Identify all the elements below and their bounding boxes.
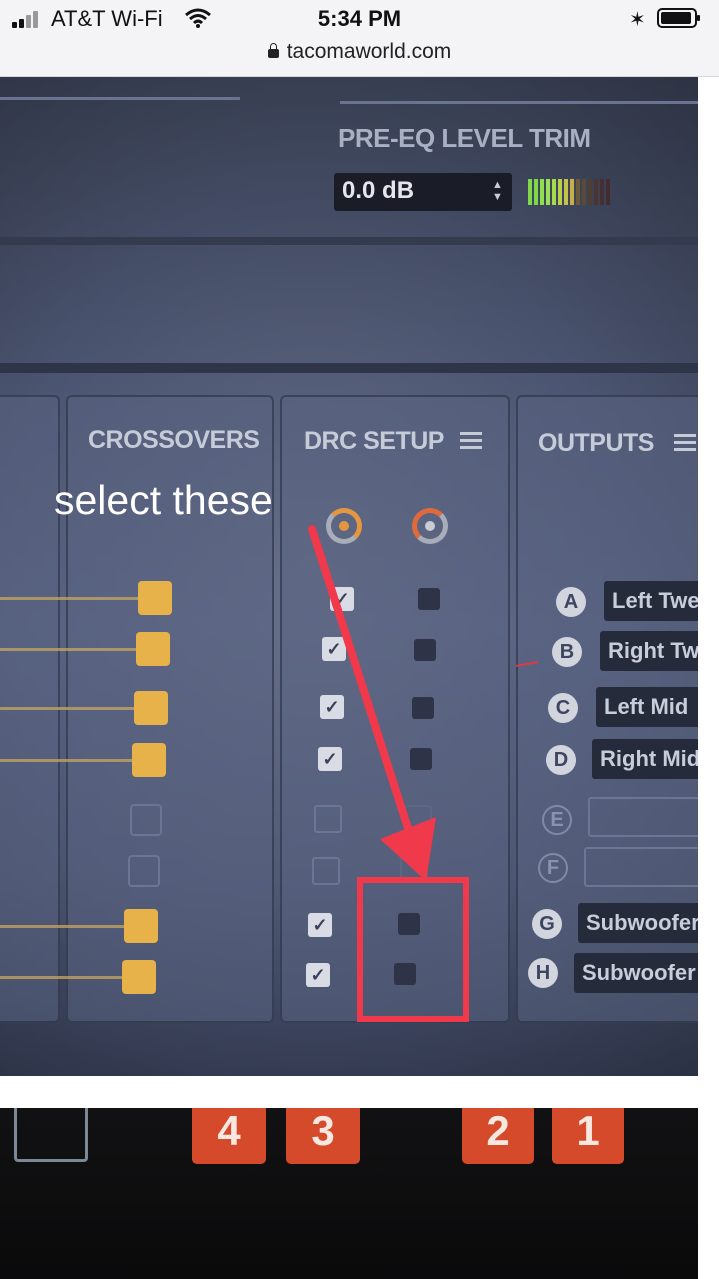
key-2: 2 xyxy=(462,1108,534,1164)
highlight-box xyxy=(357,877,469,1022)
key-4: 4 xyxy=(192,1108,266,1164)
battery-icon xyxy=(657,8,700,28)
page-edge xyxy=(698,77,719,1279)
lock-icon xyxy=(267,43,279,58)
address-bar[interactable]: tacomaworld.com xyxy=(0,40,719,64)
key-1: 1 xyxy=(552,1108,624,1164)
dsp-screen-photo[interactable]: PRE-EQ LEVEL TRIM 0.0 dB ▲ ▼ CROSSOVERS D… xyxy=(0,77,698,1076)
blank-key xyxy=(14,1108,88,1162)
bluetooth-icon: ✶ xyxy=(629,9,646,31)
clock: 5:34 PM xyxy=(317,6,402,31)
annotation-arrow-icon xyxy=(308,525,436,881)
key-3: 3 xyxy=(286,1108,360,1164)
status-bar: AT&T Wi-Fi 5:34 PM ✶ tacomaworld.com xyxy=(0,0,719,77)
url-text: tacomaworld.com xyxy=(286,40,452,63)
controller-photo[interactable]: 4 3 2 1 xyxy=(0,1108,698,1279)
